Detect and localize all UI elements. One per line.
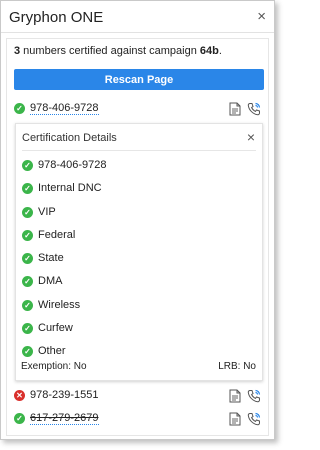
check-label: Other (38, 345, 66, 358)
check-label: DMA (38, 275, 63, 288)
number-row: ✕ 978-239-1551 (14, 388, 264, 404)
check-icon: ✓ (22, 346, 33, 358)
panel-header: Gryphon ONE × (1, 1, 274, 33)
phone-number-link[interactable]: 978-406-9728 (30, 102, 99, 115)
phone-call-icon[interactable] (247, 102, 261, 116)
lrb-status: LRB: No (218, 361, 256, 372)
check-icon: ✓ (22, 253, 33, 265)
certification-details-card: Certification Details × ✓ 978-406-9728 ✓… (15, 123, 263, 381)
check-icon: ✓ (22, 299, 33, 311)
divider (22, 150, 256, 151)
rescan-page-button[interactable]: Rescan Page (14, 69, 264, 90)
certification-summary: 3 numbers certified against campaign 64b… (14, 45, 222, 57)
check-item: ✓ Curfew (22, 322, 258, 345)
phone-call-icon[interactable] (247, 412, 261, 426)
check-item: ✓ Internal DNC (22, 182, 258, 205)
number-row: ✓ 617-279-2679 (14, 411, 264, 427)
check-item: ✓ Wireless (22, 299, 258, 322)
phone-number[interactable]: 978-239-1551 (30, 389, 99, 401)
panel-content: 3 numbers certified against campaign 64b… (6, 38, 269, 436)
check-label: 978-406-9728 (38, 159, 107, 171)
check-icon: ✓ (22, 160, 33, 171)
phone-call-icon[interactable] (247, 389, 261, 403)
phone-number-link[interactable]: 617-279-2679 (30, 412, 99, 425)
check-label: Internal DNC (38, 182, 102, 195)
document-icon[interactable] (229, 389, 241, 403)
certification-check-list: ✓ 978-406-9728 ✓ Internal DNC ✓ VIP ✓ Fe… (22, 159, 258, 369)
check-icon: ✓ (14, 413, 25, 424)
check-label: VIP (38, 205, 56, 218)
check-item: ✓ DMA (22, 275, 258, 298)
document-icon[interactable] (229, 102, 241, 116)
details-title: Certification Details (22, 132, 117, 144)
check-label: Curfew (38, 322, 73, 335)
check-item: ✓ Federal (22, 229, 258, 252)
x-icon: ✕ (14, 390, 25, 401)
app-title: Gryphon ONE (9, 9, 104, 26)
check-item: ✓ 978-406-9728 (22, 159, 258, 182)
check-label: Wireless (38, 298, 81, 311)
summary-suffix: . (218, 45, 222, 57)
close-icon[interactable]: × (257, 9, 266, 24)
check-item: ✓ VIP (22, 206, 258, 229)
check-icon: ✓ (22, 206, 33, 218)
close-icon[interactable]: × (247, 129, 255, 145)
number-row: ✓ 978-406-9728 (14, 101, 264, 117)
exemption-status: Exemption: No (21, 361, 87, 372)
check-item: ✓ State (22, 252, 258, 275)
check-label: Federal (38, 228, 76, 241)
check-label: State (38, 252, 64, 265)
check-icon: ✓ (22, 276, 33, 288)
check-icon: ✓ (14, 103, 25, 114)
document-icon[interactable] (229, 412, 241, 426)
check-icon: ✓ (22, 183, 33, 195)
summary-text: numbers certified against campaign (20, 45, 200, 57)
check-icon: ✓ (22, 229, 33, 241)
campaign-name: 64b (199, 45, 219, 57)
check-icon: ✓ (22, 323, 33, 335)
extension-panel: Gryphon ONE × 3 numbers certified agains… (0, 0, 275, 440)
